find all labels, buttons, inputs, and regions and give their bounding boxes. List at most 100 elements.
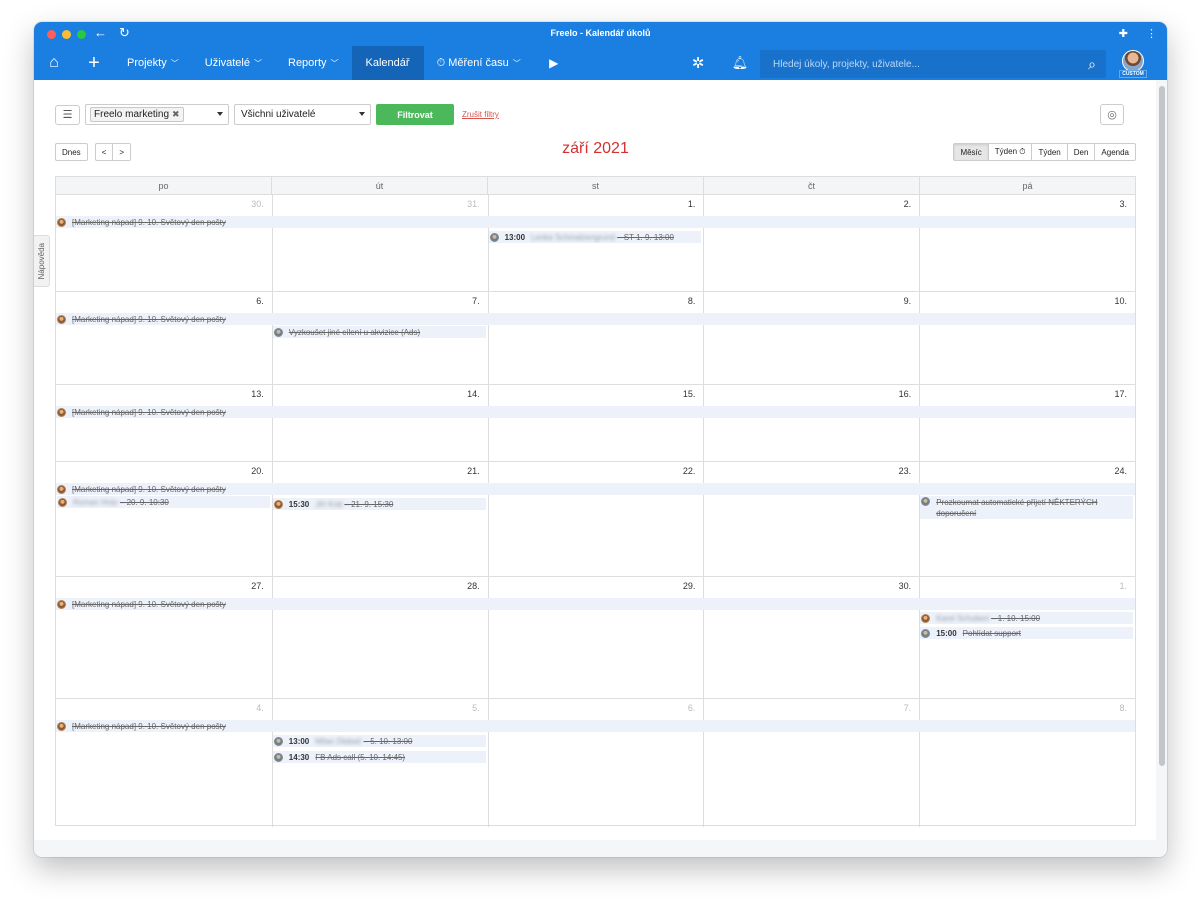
day-number[interactable]: 28. bbox=[467, 581, 480, 591]
calendar-day-cell[interactable]: 6. bbox=[487, 699, 704, 827]
calendar-day-cell[interactable]: 31. bbox=[271, 195, 488, 291]
nav-kalendar[interactable]: Kalendář bbox=[351, 46, 424, 80]
calendar-day-cell[interactable]: 10. bbox=[919, 292, 1135, 384]
help-tab[interactable]: Nápověda bbox=[34, 235, 50, 287]
bell-icon[interactable]: 🔔︎ bbox=[724, 46, 756, 80]
gear-icon[interactable]: ✲ bbox=[682, 46, 714, 80]
calendar-event[interactable]: 15:00 Pohlídat support bbox=[920, 627, 1133, 639]
calendar-day-cell[interactable]: 22. bbox=[487, 462, 704, 576]
day-number[interactable]: 10. bbox=[1114, 296, 1127, 306]
calendar-event[interactable]: [Marketing nápad] 9. 10. Světový den poš… bbox=[56, 406, 1135, 418]
day-number[interactable]: 27. bbox=[251, 581, 264, 591]
calendar-day-cell[interactable]: 9. bbox=[703, 292, 919, 384]
add-icon[interactable]: + bbox=[74, 46, 114, 80]
calendar-day-cell[interactable]: 17. bbox=[919, 385, 1135, 461]
day-number[interactable]: 30. bbox=[251, 199, 264, 209]
extensions-icon[interactable]: ✚ bbox=[1119, 27, 1128, 40]
remove-chip-icon[interactable]: ✖ bbox=[172, 109, 180, 120]
day-number[interactable]: 22. bbox=[683, 466, 696, 476]
users-select[interactable]: Všichni uživatelé bbox=[234, 104, 371, 125]
day-number[interactable]: 6. bbox=[688, 703, 696, 713]
day-number[interactable]: 24. bbox=[1114, 466, 1127, 476]
calendar-day-cell[interactable]: 3. bbox=[919, 195, 1135, 291]
search-icon[interactable]: ⌕ bbox=[1078, 56, 1106, 73]
calendar-day-cell[interactable]: 27. bbox=[56, 577, 272, 698]
calendar-event[interactable]: [Marketing nápad] 9. 10. Světový den poš… bbox=[56, 598, 1135, 610]
calendar-event[interactable]: [Marketing nápad] 9. 10. Světový den poš… bbox=[56, 216, 1135, 228]
day-number[interactable]: 30. bbox=[899, 581, 912, 591]
calendar-day-cell[interactable]: 30. bbox=[703, 577, 919, 698]
day-number[interactable]: 3. bbox=[1119, 199, 1127, 209]
day-number[interactable]: 29. bbox=[683, 581, 696, 591]
scrollbar[interactable] bbox=[1156, 80, 1167, 857]
calendar-day-cell[interactable]: 1. bbox=[487, 195, 704, 291]
calendar-event[interactable]: Roman Hráz – 20. 9. 10:30 bbox=[57, 496, 270, 508]
view-week-button[interactable]: Týden bbox=[1031, 143, 1068, 161]
day-number[interactable]: 8. bbox=[688, 296, 696, 306]
calendar-day-cell[interactable]: 7. bbox=[271, 292, 488, 384]
day-number[interactable]: 2. bbox=[904, 199, 912, 209]
view-agenda-button[interactable]: Agenda bbox=[1094, 143, 1136, 161]
cancel-filters-link[interactable]: Zrušit filtry bbox=[462, 110, 499, 119]
more-options-icon[interactable]: ⋮ bbox=[1146, 27, 1157, 40]
home-icon[interactable]: ⌂ bbox=[34, 46, 74, 80]
day-number[interactable]: 23. bbox=[899, 466, 912, 476]
calendar-event[interactable]: [Marketing nápad] 9. 10. Světový den poš… bbox=[56, 720, 1135, 732]
calendar-event[interactable]: 15:30 Jiří Král – 21. 9. 15:30 bbox=[272, 498, 486, 510]
hamburger-menu-button[interactable]: ☰ bbox=[55, 104, 80, 125]
day-number[interactable]: 5. bbox=[472, 703, 480, 713]
day-number[interactable]: 7. bbox=[472, 296, 480, 306]
calendar-settings-button[interactable]: ◎ bbox=[1100, 104, 1124, 125]
calendar-day-cell[interactable]: 13. bbox=[56, 385, 272, 461]
user-menu[interactable]: CUSTOM bbox=[1108, 46, 1158, 80]
day-number[interactable]: 7. bbox=[904, 703, 912, 713]
day-number[interactable]: 1. bbox=[1119, 581, 1127, 591]
day-number[interactable]: 21. bbox=[467, 466, 480, 476]
day-number[interactable]: 8. bbox=[1119, 703, 1127, 713]
calendar-day-cell[interactable]: 23. bbox=[703, 462, 919, 576]
nav-reporty[interactable]: Reporty ﹀ bbox=[275, 46, 352, 80]
nav-uzivatele[interactable]: Uživatelé ﹀ bbox=[192, 46, 275, 80]
calendar-day-cell[interactable]: 6. bbox=[56, 292, 272, 384]
calendar-event[interactable]: Prozkoumat automatické přijetí NĚKTERÝCH… bbox=[920, 496, 1133, 519]
day-number[interactable]: 6. bbox=[256, 296, 264, 306]
calendar-day-cell[interactable]: 21. bbox=[271, 462, 488, 576]
day-number[interactable]: 4. bbox=[256, 703, 264, 713]
filter-button[interactable]: Filtrovat bbox=[376, 104, 454, 125]
calendar-day-cell[interactable]: 2. bbox=[703, 195, 919, 291]
calendar-day-cell[interactable]: 5. bbox=[271, 699, 488, 827]
day-number[interactable]: 17. bbox=[1114, 389, 1127, 399]
calendar-day-cell[interactable]: 30. bbox=[56, 195, 272, 291]
day-number[interactable]: 9. bbox=[904, 296, 912, 306]
calendar-day-cell[interactable]: 20. bbox=[56, 462, 272, 576]
scrollbar-thumb[interactable] bbox=[1159, 86, 1165, 766]
day-number[interactable]: 15. bbox=[683, 389, 696, 399]
day-number[interactable]: 1. bbox=[688, 199, 696, 209]
calendar-day-cell[interactable]: 16. bbox=[703, 385, 919, 461]
calendar-event[interactable]: Vyzkoušet jiné cílení u akvizice (Ads) bbox=[272, 326, 486, 338]
day-number[interactable]: 13. bbox=[251, 389, 264, 399]
calendar-day-cell[interactable]: 7. bbox=[703, 699, 919, 827]
calendar-day-cell[interactable]: 15. bbox=[487, 385, 704, 461]
search-input[interactable] bbox=[760, 58, 1078, 70]
project-select[interactable]: Freelo marketing ✖ bbox=[85, 104, 229, 125]
view-day-button[interactable]: Den bbox=[1066, 143, 1096, 161]
calendar-day-cell[interactable]: 14. bbox=[271, 385, 488, 461]
calendar-event[interactable]: [Marketing nápad] 9. 10. Světový den poš… bbox=[56, 483, 1135, 495]
nav-mereni-casu[interactable]: ⏱ Měření času ﹀ bbox=[424, 46, 534, 80]
calendar-day-cell[interactable]: 8. bbox=[919, 699, 1135, 827]
calendar-day-cell[interactable]: 24. bbox=[919, 462, 1135, 576]
view-month-button[interactable]: Měsíc bbox=[953, 143, 989, 161]
nav-projekty[interactable]: Projekty ﹀ bbox=[114, 46, 192, 80]
play-timer-icon[interactable]: ▶ bbox=[534, 46, 574, 80]
calendar-day-cell[interactable]: 28. bbox=[271, 577, 488, 698]
calendar-event[interactable]: 13:00 Milan Dlabač – 5. 10. 13:00 bbox=[272, 735, 486, 747]
calendar-event[interactable]: Karel Schubert – 1. 10. 15:00 bbox=[920, 612, 1133, 624]
calendar-day-cell[interactable]: 4. bbox=[56, 699, 272, 827]
day-number[interactable]: 20. bbox=[251, 466, 264, 476]
calendar-event[interactable]: [Marketing nápad] 9. 10. Světový den poš… bbox=[56, 313, 1135, 325]
view-week-timer-button[interactable]: Týden ⏱ bbox=[987, 143, 1033, 161]
calendar-day-cell[interactable]: 8. bbox=[487, 292, 704, 384]
day-number[interactable]: 14. bbox=[467, 389, 480, 399]
calendar-event[interactable]: 13:00 Lenka Schmalzengrund – ST 1. 9. 13:0… bbox=[488, 231, 702, 243]
